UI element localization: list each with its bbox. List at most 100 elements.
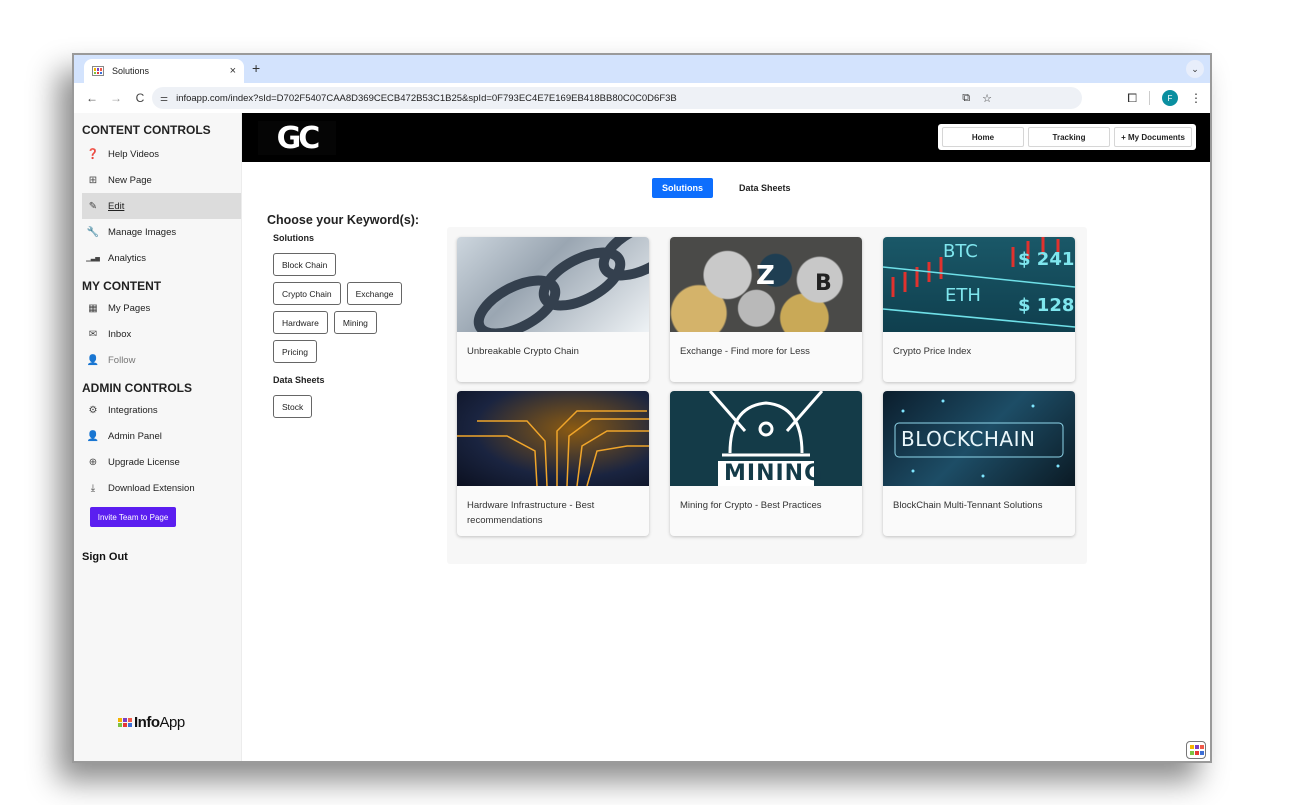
tab-title: Solutions bbox=[112, 66, 150, 76]
chip-exchange[interactable]: Exchange bbox=[346, 282, 403, 305]
card-crypto-price-index[interactable]: BTC $ 241 ETH $ 128 Crypto Price Index bbox=[883, 237, 1075, 382]
extensions-icon[interactable]: ⧠ bbox=[1127, 91, 1137, 106]
keyword-filter: Choose your Keyword(s): Solutions Block … bbox=[267, 213, 447, 418]
upgrade-icon: ⊕ bbox=[88, 456, 98, 468]
tab-search-icon[interactable]: ⌄ bbox=[1186, 60, 1204, 78]
page: CONTENT CONTROLS ❓ Help Videos ⊞ New Page … bbox=[74, 113, 1210, 761]
section-content-controls: CONTENT CONTROLS bbox=[82, 123, 211, 137]
chain-links-image bbox=[457, 237, 649, 332]
blockchain-network-image: BLOCKCHAIN bbox=[883, 391, 1075, 486]
btc-price: $ 241 bbox=[1018, 249, 1075, 270]
browser-tab[interactable]: Solutions × bbox=[84, 59, 244, 83]
toolbar-divider bbox=[1149, 91, 1150, 105]
sidebar-item-my-pages[interactable]: ▦ My Pages bbox=[74, 295, 241, 321]
new-tab-icon[interactable]: + bbox=[252, 60, 260, 76]
tab-solutions[interactable]: Solutions bbox=[652, 178, 713, 198]
logo-text-light: App bbox=[159, 714, 186, 731]
sidebar-item-analytics[interactable]: ▁▃▅ Analytics bbox=[74, 245, 241, 271]
sidebar-item-label: New Page bbox=[108, 174, 152, 186]
card-title: BlockChain Multi-Tennant Solutions bbox=[893, 500, 1043, 511]
infoapp-logo-icon bbox=[118, 718, 132, 727]
sidebar-item-label: Integrations bbox=[108, 404, 158, 416]
tab-data-sheets[interactable]: Data Sheets bbox=[729, 178, 801, 198]
download-icon: ⤓ bbox=[90, 482, 96, 494]
sidebar-item-download-extension[interactable]: ⤓ Download Extension bbox=[74, 475, 241, 501]
mining-label: MINING bbox=[724, 461, 824, 486]
address-bar[interactable]: ⚌ infoapp.com/index?sId=D702F5407CAA8D36… bbox=[152, 87, 1082, 109]
data-sheets-chips: Stock bbox=[273, 395, 433, 418]
chip-mining[interactable]: Mining bbox=[333, 311, 377, 334]
reload-icon[interactable]: C bbox=[130, 91, 150, 105]
gc-logo[interactable]: GC bbox=[258, 121, 336, 156]
bookmark-star-icon[interactable]: ☆ bbox=[982, 92, 992, 105]
install-app-icon[interactable]: ⧉ bbox=[962, 92, 970, 105]
sidebar-item-upgrade-license[interactable]: ⊕ Upgrade License bbox=[74, 449, 241, 475]
sidebar-item-manage-images[interactable]: 🔧 Manage Images bbox=[74, 219, 241, 245]
card-blockchain-multi-tennant[interactable]: BLOCKCHAIN BlockChain Multi-Tennant Solu… bbox=[883, 391, 1075, 536]
content-tabs: Solutions Data Sheets bbox=[652, 178, 801, 198]
sidebar-item-label: Analytics bbox=[108, 252, 147, 264]
sidebar-item-edit[interactable]: ✎ Edit bbox=[82, 193, 241, 219]
browser-window: Solutions × + ⌄ ← → C ⚌ infoapp.com/inde… bbox=[72, 53, 1212, 763]
nav-home-button[interactable]: Home bbox=[942, 127, 1024, 147]
circuit-board-image bbox=[457, 391, 649, 486]
card-title: Crypto Price Index bbox=[893, 346, 972, 357]
sidebar-item-label: Download Extension bbox=[108, 482, 195, 494]
forward-icon[interactable]: → bbox=[106, 91, 126, 105]
sidebar-item-label: Manage Images bbox=[108, 226, 177, 238]
sidebar-item-new-page[interactable]: ⊞ New Page bbox=[74, 167, 241, 193]
sidebar-item-label: Help Videos bbox=[108, 148, 160, 160]
nav-my-documents-button[interactable]: + My Documents bbox=[1114, 127, 1192, 147]
site-info-icon[interactable]: ⚌ bbox=[160, 93, 168, 104]
plus-square-icon: ⊞ bbox=[88, 174, 98, 186]
browser-menu-icon[interactable]: ⋮ bbox=[1190, 91, 1202, 105]
card-hardware-infrastructure[interactable]: Hardware Infrastructure - Best recommend… bbox=[457, 391, 649, 536]
sidebar-item-follow[interactable]: 👤 Follow bbox=[74, 347, 241, 373]
sidebar-item-label: Edit bbox=[108, 200, 125, 212]
solutions-chips: Block Chain Crypto Chain Exchange Hardwa… bbox=[273, 253, 433, 363]
eth-label: ETH bbox=[945, 285, 981, 306]
profile-avatar[interactable]: F bbox=[1162, 90, 1178, 106]
card-exchange[interactable]: Z B Exchange - Find more for Less bbox=[670, 237, 862, 382]
user-icon: 👤 bbox=[86, 430, 100, 442]
chip-block-chain[interactable]: Block Chain bbox=[273, 253, 337, 276]
sidebar-item-inbox[interactable]: ✉ Inbox bbox=[74, 321, 241, 347]
card-grid: Unbreakable Crypto Chain Z B Exchange - … bbox=[457, 237, 1075, 536]
user-plus-icon: 👤 bbox=[86, 354, 100, 366]
url-text[interactable]: infoapp.com/index?sId=D702F5407CAA8D369C… bbox=[176, 93, 677, 104]
section-my-content: MY CONTENT bbox=[82, 279, 162, 293]
card-title: Exchange - Find more for Less bbox=[680, 346, 810, 357]
cards-panel: Unbreakable Crypto Chain Z B Exchange - … bbox=[447, 227, 1087, 564]
back-icon[interactable]: ← bbox=[82, 91, 102, 105]
site-header: GC Home Tracking + My Documents bbox=[242, 113, 1210, 162]
sidebar-item-admin-panel[interactable]: 👤 Admin Panel bbox=[74, 423, 241, 449]
card-mining-for-crypto[interactable]: MINING Mining for Crypto - Best Practice… bbox=[670, 391, 862, 536]
card-title: Hardware Infrastructure - Best recommend… bbox=[467, 500, 595, 526]
chip-stock[interactable]: Stock bbox=[273, 395, 313, 418]
edit-icon: ✎ bbox=[88, 200, 98, 212]
close-tab-icon[interactable]: × bbox=[230, 65, 236, 77]
bar-chart-icon: ▁▃▅ bbox=[86, 255, 100, 262]
section-admin-controls: ADMIN CONTROLS bbox=[82, 381, 192, 395]
gear-icon: ⚙ bbox=[88, 404, 98, 416]
chip-pricing[interactable]: Pricing bbox=[273, 340, 317, 363]
btc-label: BTC bbox=[943, 241, 978, 262]
chip-hardware[interactable]: Hardware bbox=[273, 311, 328, 334]
nav-tracking-button[interactable]: Tracking bbox=[1028, 127, 1110, 147]
logo-text-bold: Info bbox=[134, 714, 160, 731]
chip-crypto-chain[interactable]: Crypto Chain bbox=[273, 282, 341, 305]
infoapp-widget-icon[interactable] bbox=[1186, 741, 1206, 759]
top-nav: Home Tracking + My Documents bbox=[938, 124, 1196, 150]
card-unbreakable-crypto-chain[interactable]: Unbreakable Crypto Chain bbox=[457, 237, 649, 382]
eth-price: $ 128 bbox=[1018, 295, 1075, 316]
sidebar-item-label: My Pages bbox=[108, 302, 151, 314]
infoapp-logo: Info App bbox=[118, 714, 185, 731]
sidebar-item-integrations[interactable]: ⚙ Integrations bbox=[74, 397, 241, 423]
invite-team-button[interactable]: Invite Team to Page bbox=[90, 507, 176, 527]
sign-out-link[interactable]: Sign Out bbox=[74, 551, 241, 563]
keyword-group-solutions: Solutions bbox=[273, 233, 314, 243]
sidebar: CONTENT CONTROLS ❓ Help Videos ⊞ New Page … bbox=[74, 113, 242, 761]
sidebar-item-help-videos[interactable]: ❓ Help Videos bbox=[74, 141, 241, 167]
card-title: Unbreakable Crypto Chain bbox=[467, 346, 579, 357]
tab-strip: Solutions × + ⌄ bbox=[74, 55, 1210, 83]
